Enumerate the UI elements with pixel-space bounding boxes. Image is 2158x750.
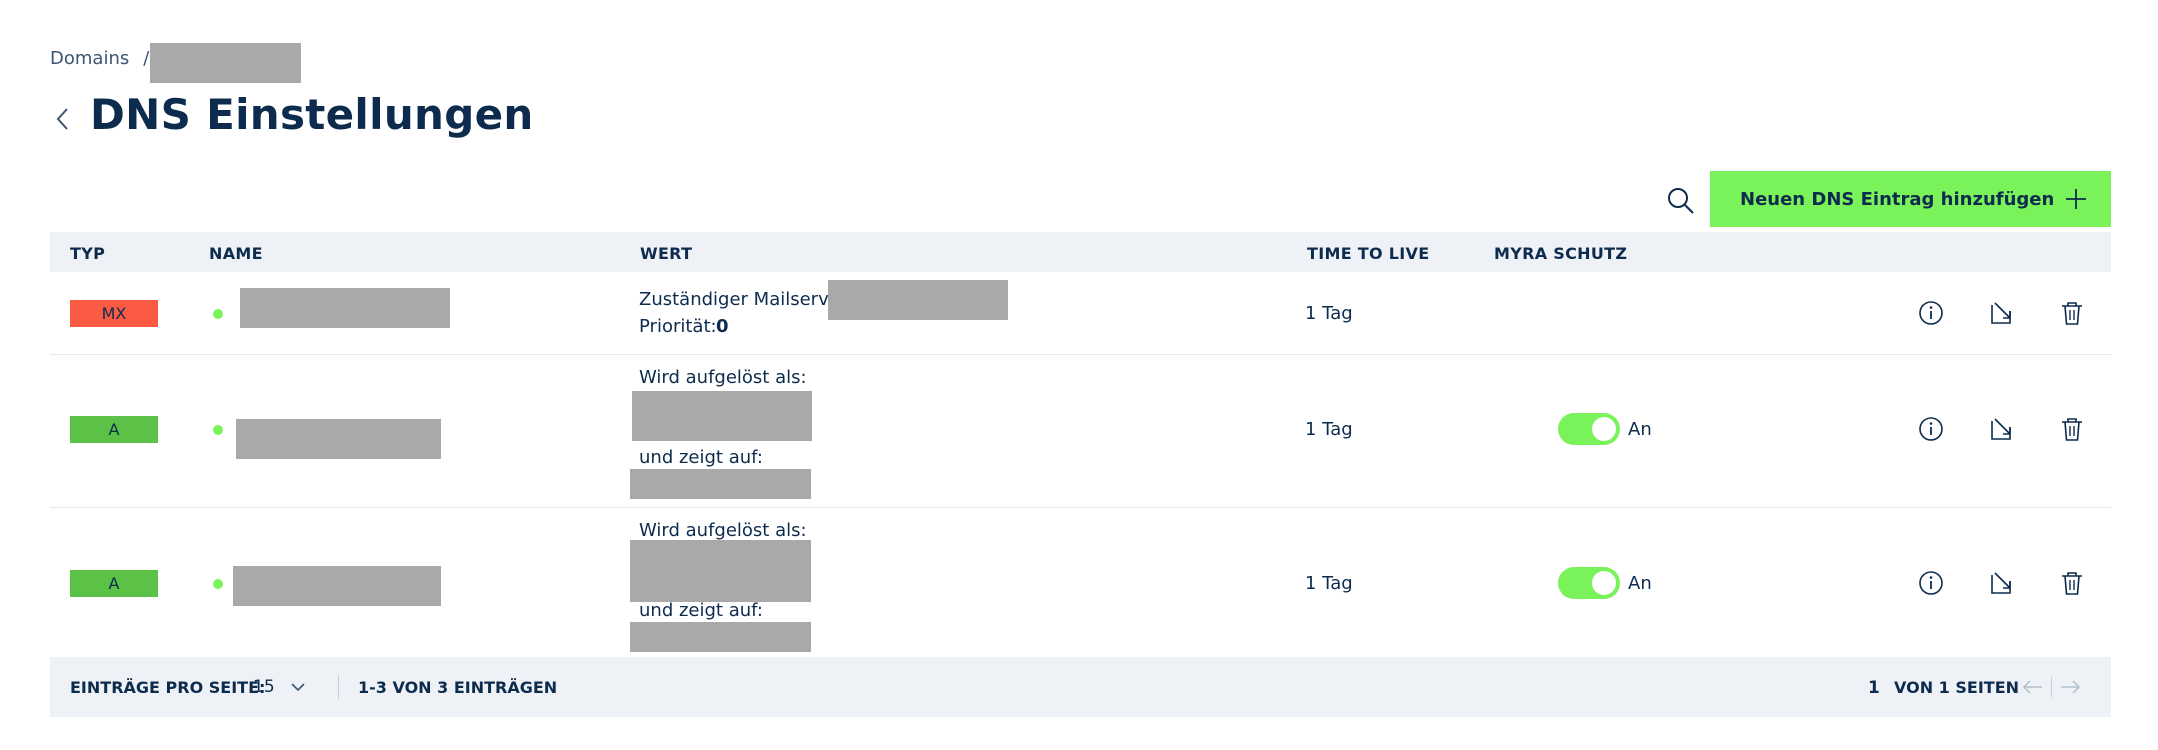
prev-page-arrow-icon[interactable] [2022,677,2044,697]
ttl-value: 1 Tag [1305,419,1353,440]
back-arrow-icon[interactable] [52,104,74,134]
target-value-redacted [630,469,811,499]
protection-state-label: An [1628,419,1652,440]
value-label-line2: und zeigt auf: [639,600,763,621]
toggle-knob [1592,417,1616,441]
status-dot [213,309,223,319]
row-divider [50,354,2111,355]
record-name-redacted [240,288,450,328]
info-icon[interactable] [1916,298,1946,328]
breadcrumb-domains-link[interactable]: Domains [50,48,129,69]
footer-separator [338,675,339,699]
ttl-value: 1 Tag [1305,573,1353,594]
status-dot [213,425,223,435]
value-label-line1: Zuständiger Mailserver: [639,289,853,310]
column-header-ttl[interactable]: TIME TO LIVE [1307,244,1429,263]
value-label-line1: Wird aufgelöst als: [639,367,807,388]
trash-icon[interactable] [2057,298,2087,328]
pagination-bar: EINTRÄGE PRO SEITE: 15 1-3 VON 3 EINTRÄG… [50,657,2111,717]
add-dns-entry-label: Neuen DNS Eintrag hinzufügen [1740,188,2055,210]
table-header: TYP NAME WERT TIME TO LIVE MYRA SCHUTZ [50,232,2111,272]
breadcrumb-current-redacted [150,43,301,83]
entries-range: 1-3 VON 3 EINTRÄGEN [358,678,558,697]
edit-icon[interactable] [1987,568,2017,598]
resolved-value-redacted [632,391,812,441]
type-badge: A [70,570,158,597]
plus-icon [2066,189,2086,209]
type-badge: A [70,416,158,443]
next-page-arrow-icon[interactable] [2059,677,2081,697]
row-divider [50,507,2111,508]
trash-icon[interactable] [2057,568,2087,598]
column-header-value[interactable]: WERT [640,244,692,263]
myra-protection-toggle[interactable] [1558,567,1620,599]
record-name-redacted [233,566,441,606]
trash-icon[interactable] [2057,414,2087,444]
per-page-label: EINTRÄGE PRO SEITE: [70,678,266,697]
page-title: DNS Einstellungen [90,90,534,139]
breadcrumb: Domains / [50,48,159,69]
column-header-name[interactable]: NAME [209,244,263,263]
value-label-line2: und zeigt auf: [639,447,763,468]
info-icon[interactable] [1916,568,1946,598]
pagination-arrow-separator [2051,677,2052,697]
per-page-select[interactable]: 15 [253,677,275,697]
value-label-line1: Wird aufgelöst als: [639,520,807,541]
edit-icon[interactable] [1987,298,2017,328]
value-label-line2: Priorität: [639,316,717,337]
mailserver-value-redacted [828,280,1008,320]
add-dns-entry-button[interactable]: Neuen DNS Eintrag hinzufügen [1710,171,2111,227]
ttl-value: 1 Tag [1305,303,1353,324]
breadcrumb-separator: / [143,48,150,69]
priority-value: 0 [716,316,729,337]
toggle-knob [1592,571,1616,595]
column-header-type[interactable]: TYP [70,244,105,263]
record-name-redacted [236,419,441,459]
target-value-redacted [630,622,811,652]
column-header-myra-protection[interactable]: MYRA SCHUTZ [1494,244,1627,263]
current-page: 1 [1868,678,1880,698]
edit-icon[interactable] [1987,414,2017,444]
search-icon[interactable] [1666,186,1696,216]
chevron-down-icon[interactable] [290,679,306,695]
total-pages-label: VON 1 SEITEN [1894,678,2020,697]
resolved-value-redacted [630,540,811,602]
protection-state-label: An [1628,573,1652,594]
info-icon[interactable] [1916,414,1946,444]
type-badge: MX [70,300,158,327]
status-dot [213,579,223,589]
myra-protection-toggle[interactable] [1558,413,1620,445]
